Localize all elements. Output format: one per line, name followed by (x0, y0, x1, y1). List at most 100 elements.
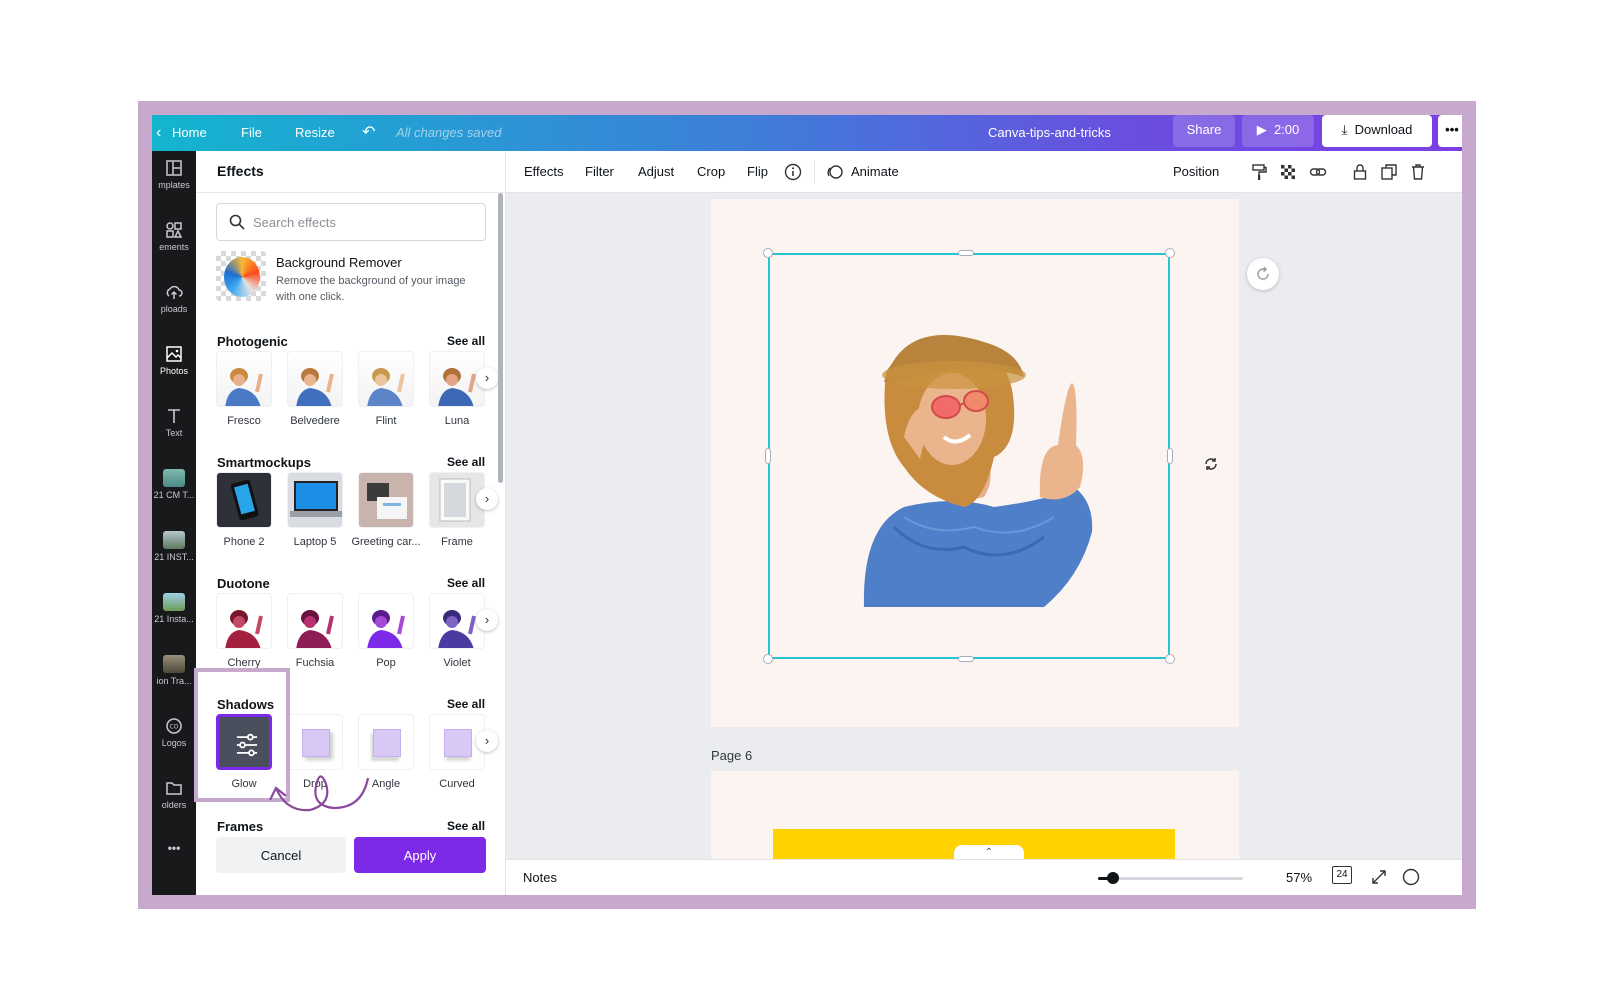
effect-flint[interactable] (358, 351, 414, 407)
resize-menu[interactable]: Resize (295, 115, 335, 151)
rail-item-templates[interactable]: mplates (152, 151, 196, 207)
duplicate-icon[interactable] (1380, 163, 1398, 181)
cancel-button[interactable]: Cancel (216, 837, 346, 873)
search-icon (229, 214, 245, 230)
refresh-button[interactable] (1247, 258, 1279, 290)
present-button[interactable]: ▶ 2:00 (1242, 115, 1314, 147)
rail-item-elements[interactable]: ements (152, 213, 196, 269)
resize-handle-left[interactable] (765, 448, 771, 464)
resize-handle-top[interactable] (958, 250, 974, 256)
rail-item-folder-2[interactable]: 21 INST... (152, 523, 196, 579)
resize-handle-bottom-left[interactable] (763, 654, 773, 664)
duotone-row: Cherry Fuchsia Pop Violet › (216, 593, 498, 673)
undo-icon[interactable]: ↶ (362, 115, 375, 151)
back-chevron-icon[interactable]: ‹ (156, 115, 161, 151)
toolbar-effects[interactable]: Effects (524, 151, 564, 193)
paint-roller-icon[interactable] (1250, 163, 1268, 181)
share-button[interactable]: Share (1173, 115, 1235, 147)
chevron-right-icon[interactable]: › (476, 730, 498, 752)
selection-box[interactable] (768, 253, 1170, 659)
toolbar-divider (814, 161, 815, 183)
effect-label: Frame (441, 536, 473, 548)
mockup-laptop-5[interactable] (287, 472, 343, 528)
resize-handle-top-left[interactable] (763, 248, 773, 258)
card-mockup-thumbnail (367, 483, 407, 519)
more-icon: ••• (167, 841, 181, 855)
toolbar-crop[interactable]: Crop (697, 151, 725, 193)
see-all-frames[interactable]: See all (447, 819, 485, 833)
toolbar-animate[interactable]: Animate (851, 151, 899, 193)
rail-item-photos[interactable]: Photos (152, 337, 196, 393)
effect-belvedere[interactable] (287, 351, 343, 407)
rail-more-button[interactable]: ••• (152, 841, 196, 895)
chevron-right-icon[interactable]: › (476, 609, 498, 631)
resize-handle-bottom[interactable] (958, 656, 974, 662)
curly-arrow-annotation (269, 775, 370, 812)
rail-item-text[interactable]: Text (152, 399, 196, 455)
notes-button[interactable]: Notes (523, 870, 557, 885)
resize-handle-bottom-right[interactable] (1165, 654, 1175, 664)
link-icon[interactable] (1309, 163, 1327, 181)
rotate-icon[interactable] (1202, 455, 1220, 473)
download-button[interactable]: ⤓ Download (1322, 115, 1432, 147)
toolbar-flip[interactable]: Flip (747, 151, 768, 193)
woman-thumbnail (225, 368, 263, 406)
mockup-phone-2[interactable] (216, 472, 272, 528)
section-title-photogenic: Photogenic (217, 334, 288, 349)
rail-item-folder-1[interactable]: 21 CM T... (152, 461, 196, 517)
lock-icon[interactable] (1351, 163, 1369, 181)
file-menu[interactable]: File (241, 115, 262, 151)
home-menu[interactable]: Home (172, 115, 207, 151)
duotone-fuchsia[interactable] (287, 593, 343, 649)
rail-label: Photos (159, 366, 189, 376)
zoom-slider-handle[interactable] (1106, 872, 1119, 884)
zoom-slider[interactable] (1098, 872, 1243, 884)
drop-shadow-preview (302, 729, 330, 757)
rail-label: olders (161, 800, 187, 810)
rail-item-folders[interactable]: olders (152, 771, 196, 827)
photogenic-row: Fresco Belvedere Flint Luna › (216, 351, 498, 431)
play-icon: ▶ (1256, 122, 1267, 137)
document-title[interactable]: Canva-tips-and-tricks (988, 115, 1111, 151)
rail-label: 21 Insta... (154, 614, 194, 624)
mockup-greeting-card[interactable] (358, 472, 414, 528)
search-input[interactable] (253, 212, 473, 232)
rail-item-logos[interactable]: CO Logos (152, 709, 196, 765)
toolbar-adjust[interactable]: Adjust (638, 151, 674, 193)
more-options-button[interactable]: ••• (1438, 115, 1462, 147)
effect-fresco[interactable] (216, 351, 272, 407)
search-box[interactable] (216, 203, 486, 241)
page-count-badge[interactable]: 24 (1332, 866, 1352, 884)
download-icon: ⤓ (1341, 122, 1348, 137)
effect-label: Fresco (227, 415, 261, 427)
fullscreen-icon[interactable] (1370, 868, 1388, 886)
background-remover[interactable]: Background Remover Remove the background… (216, 251, 486, 307)
resize-handle-top-right[interactable] (1165, 248, 1175, 258)
effect-label: Flint (375, 415, 397, 427)
apply-button[interactable]: Apply (354, 837, 486, 873)
see-all-photogenic[interactable]: See all (447, 334, 485, 348)
transparency-icon[interactable] (1279, 163, 1297, 181)
rail-item-uploads[interactable]: ploads (152, 275, 196, 331)
smartmockups-row: Phone 2 Laptop 5 Greeting car... Frame › (216, 472, 498, 552)
rail-item-folder-4[interactable]: ion Tra... (152, 647, 196, 703)
chevron-right-icon[interactable]: › (476, 488, 498, 510)
panel-scrollbar[interactable] (498, 193, 503, 483)
zoom-level[interactable]: 57% (1286, 870, 1312, 885)
rail-label: 21 INST... (154, 552, 194, 562)
duotone-pop[interactable] (358, 593, 414, 649)
duotone-cherry[interactable] (216, 593, 272, 649)
trash-icon[interactable] (1409, 163, 1427, 181)
effect-label: Belvedere (290, 415, 340, 427)
toolbar-filter[interactable]: Filter (585, 151, 614, 193)
help-icon[interactable] (1402, 868, 1420, 886)
see-all-duotone[interactable]: See all (447, 576, 485, 590)
info-icon[interactable] (784, 163, 802, 181)
see-all-shadows[interactable]: See all (447, 697, 485, 711)
rail-item-folder-3[interactable]: 21 Insta... (152, 585, 196, 641)
toolbar-position[interactable]: Position (1173, 151, 1219, 193)
see-all-smartmockups[interactable]: See all (447, 455, 485, 469)
resize-handle-right[interactable] (1167, 448, 1173, 464)
chevron-right-icon[interactable]: › (476, 367, 498, 389)
rail-label: ion Tra... (156, 676, 192, 686)
